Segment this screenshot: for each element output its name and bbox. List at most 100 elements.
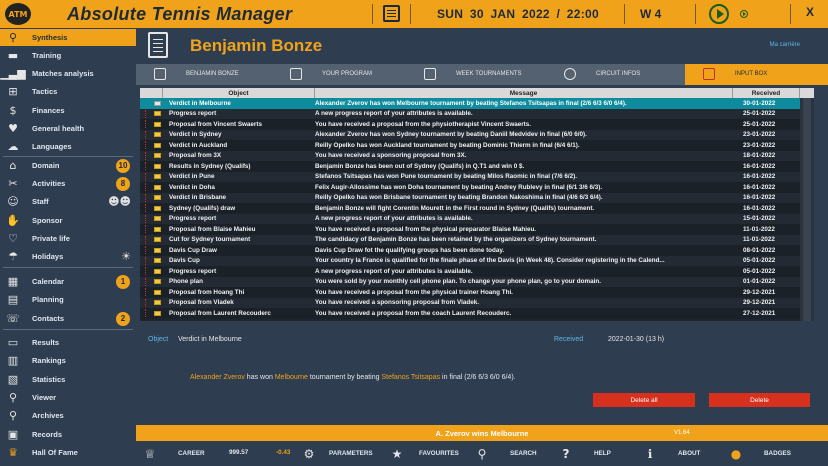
column-header-received[interactable]: Received (733, 88, 800, 98)
sidebar-item-label: Sponsor (32, 216, 63, 225)
table-row[interactable]: Davis Cup Draw Davis Cup Draw fot the qua… (140, 245, 800, 256)
sidebar-item-label: Finances (32, 106, 65, 115)
table-row[interactable]: Phone plan You were sold by your monthly … (140, 276, 800, 287)
tab-player[interactable]: BENJAMIN BONZE (136, 64, 272, 85)
small-play-icon[interactable] (740, 10, 748, 18)
sidebar-item-viewer[interactable]: ⚲ Viewer (0, 389, 136, 406)
search-button[interactable]: ⚲ SEARCH (474, 441, 537, 466)
table-row[interactable]: Verdict in Pune Stefanos Tsitsapas has wo… (140, 171, 800, 182)
table-row[interactable]: Proposal from 3X You have received a spon… (140, 150, 800, 161)
sidebar-item-label: Planning (32, 295, 64, 304)
sidebar-item-private-life[interactable]: ♡ Private life (0, 230, 136, 247)
cell-message: You have received a proposal from the ph… (315, 288, 513, 296)
envelope-icon (151, 163, 163, 169)
table-row[interactable]: Verdict in Melbourne Alexander Zverov has… (140, 98, 800, 109)
table-row[interactable]: Results in Sydney (Qualifs) Benjamin Bonz… (140, 161, 800, 172)
sidebar-item-statistics[interactable]: ▧ Statistics (0, 371, 136, 388)
sidebar-item-calendar[interactable]: ▦ Calendar 1 (0, 273, 136, 290)
career-button[interactable]: ♕ CAREER (142, 441, 205, 466)
tab-input-box[interactable]: INPUT BOX (685, 64, 828, 85)
table-row[interactable]: Progress report A new progress report of … (140, 266, 800, 277)
calendar-icon[interactable] (383, 5, 400, 22)
footer-bar: ♕ CAREER 999.57 -0.43 ⚙ PARAMETERS ★ FAVOUR… (136, 441, 828, 466)
sidebar-item-matches-analysis[interactable]: ▁▃▆ Matches analysis (0, 65, 136, 82)
tab-week-tournaments[interactable]: WEEK TOURNAMENTS (406, 64, 546, 85)
about-button[interactable]: ℹ ABOUT (642, 441, 701, 466)
table-row[interactable]: Verdict in Doha Felix Augir-Allossime has… (140, 182, 800, 193)
envelope-icon (151, 289, 163, 295)
favourites-button[interactable]: ★ FAVOURITES (389, 441, 459, 466)
tab-your-program[interactable]: YOUR PROGRAM (272, 64, 406, 85)
sidebar-item-tactics[interactable]: ⊞ Tactics (0, 83, 136, 100)
medal-icon: ● (730, 446, 742, 461)
sidebar-item-activities[interactable]: ✂ Activities 8 (0, 175, 136, 192)
sidebar-item-languages[interactable]: ☁ Languages (0, 138, 136, 155)
close-button[interactable]: X (806, 5, 814, 19)
player-link[interactable]: Stefanos Tsitsapas (381, 374, 440, 381)
sidebar-item-archives[interactable]: ⚲ Archives (0, 407, 136, 424)
sidebar-item-general-health[interactable]: ♥ General health (0, 120, 136, 137)
sidebar-item-sponsor[interactable]: ✋ Sponsor (0, 212, 136, 229)
column-header-object[interactable]: Object (163, 88, 315, 98)
sidebar-item-label: Private life (32, 234, 70, 243)
envelope-icon (151, 121, 163, 127)
career-link[interactable]: Ma carrière (770, 42, 800, 48)
sidebar: ⚲ Synthesis ▬ Training ▁▃▆ Matches analysis… (0, 28, 136, 466)
delete-all-button[interactable]: Delete all (593, 393, 695, 407)
sidebar-item-records[interactable]: ▣ Records (0, 426, 136, 443)
table-row[interactable]: Proposal from Laurent Recouderc You have … (140, 308, 800, 319)
table-row[interactable]: Verdict in Brisbane Reilly Opelko has won… (140, 192, 800, 203)
table-row[interactable]: Progress report A new progress report of … (140, 213, 800, 224)
badges-button[interactable]: ● BADGES (728, 441, 791, 466)
row-marker (140, 140, 151, 150)
sidebar-item-planning[interactable]: ▤ Planning (0, 291, 136, 308)
dumbbell-icon: ▬ (7, 49, 19, 62)
tab-label: YOUR PROGRAM (322, 71, 373, 77)
sidebar-item-domain[interactable]: ⌂ Domain 10 (0, 157, 136, 174)
table-row[interactable]: Verdict in Sydney Alexander Zverov has wo… (140, 129, 800, 140)
envelope-icon (151, 153, 163, 159)
scrollbar-thumb[interactable] (803, 98, 811, 321)
table-row[interactable]: Davis Cup Your country la France is quali… (140, 255, 800, 266)
sidebar-item-synthesis[interactable]: ⚲ Synthesis (0, 29, 136, 46)
table-row[interactable]: Proposal from Blaise Mahieu You have rece… (140, 224, 800, 235)
current-week: W 4 (640, 7, 662, 21)
cell-message: The candidacy of Benjamin Bonze has been… (315, 236, 597, 244)
footer-label: ABOUT (678, 450, 701, 457)
parameters-button[interactable]: ⚙ PARAMETERS (301, 441, 373, 466)
trophy-icon: ♛ (8, 446, 18, 459)
table-row[interactable]: Cut for Sydney tournament The candidacy o… (140, 234, 800, 245)
sidebar-item-finances[interactable]: $ Finances (0, 102, 136, 119)
cell-message: Benjamin Bonze will fight Corentin Moure… (315, 204, 595, 212)
sidebar-item-rankings[interactable]: ▥ Rankings (0, 352, 136, 369)
contacts-icon: ☏ (6, 312, 20, 325)
help-button[interactable]: ? HELP (558, 441, 611, 466)
tab-bar: BENJAMIN BONZE YOUR PROGRAM WEEK TOURNAM… (136, 64, 828, 85)
sidebar-item-staff[interactable]: ☺ Staff ☻☻ (0, 193, 136, 210)
table-row[interactable]: Sydney (Qualifs) draw Benjamin Bonze will… (140, 203, 800, 214)
table-row[interactable]: Proposal from Hoang Thi You have received… (140, 287, 800, 298)
tab-circuit-infos[interactable]: CIRCUIT INFOS (546, 64, 685, 85)
cell-received: 25-01-2022 (743, 120, 776, 128)
play-icon[interactable] (709, 4, 729, 24)
footer-label: SEARCH (510, 450, 537, 457)
column-header-message[interactable]: Message (315, 88, 733, 98)
row-marker (140, 193, 151, 203)
sidebar-item-contacts[interactable]: ☏ Contacts 2 (0, 310, 136, 327)
sidebar-item-holidays[interactable]: ☂ Holidays ☀ (0, 248, 136, 265)
table-row[interactable]: Proposal from Vincent Swaerts You have re… (140, 119, 800, 130)
sidebar-item-hall-of-fame[interactable]: ♛ Hall Of Fame (0, 444, 136, 461)
scrollbar[interactable] (800, 98, 814, 321)
table-row[interactable]: Proposal from Vladek You have received a … (140, 297, 800, 308)
sidebar-item-label: Matches analysis (32, 69, 94, 78)
delete-button[interactable]: Delete (709, 393, 810, 407)
tournament-link[interactable]: Melbourne (275, 374, 308, 381)
count-badge: 8 (116, 176, 130, 191)
row-marker (140, 277, 151, 287)
sidebar-item-training[interactable]: ▬ Training (0, 47, 136, 64)
table-row[interactable]: Verdict in Auckland Reilly Opelko has won… (140, 140, 800, 151)
cell-object: Verdict in Brisbane (169, 194, 227, 202)
sidebar-item-results[interactable]: ▭ Results (0, 334, 136, 351)
player-link[interactable]: Alexander Zverov (190, 374, 245, 381)
table-row[interactable]: Progress report A new progress report of … (140, 108, 800, 119)
